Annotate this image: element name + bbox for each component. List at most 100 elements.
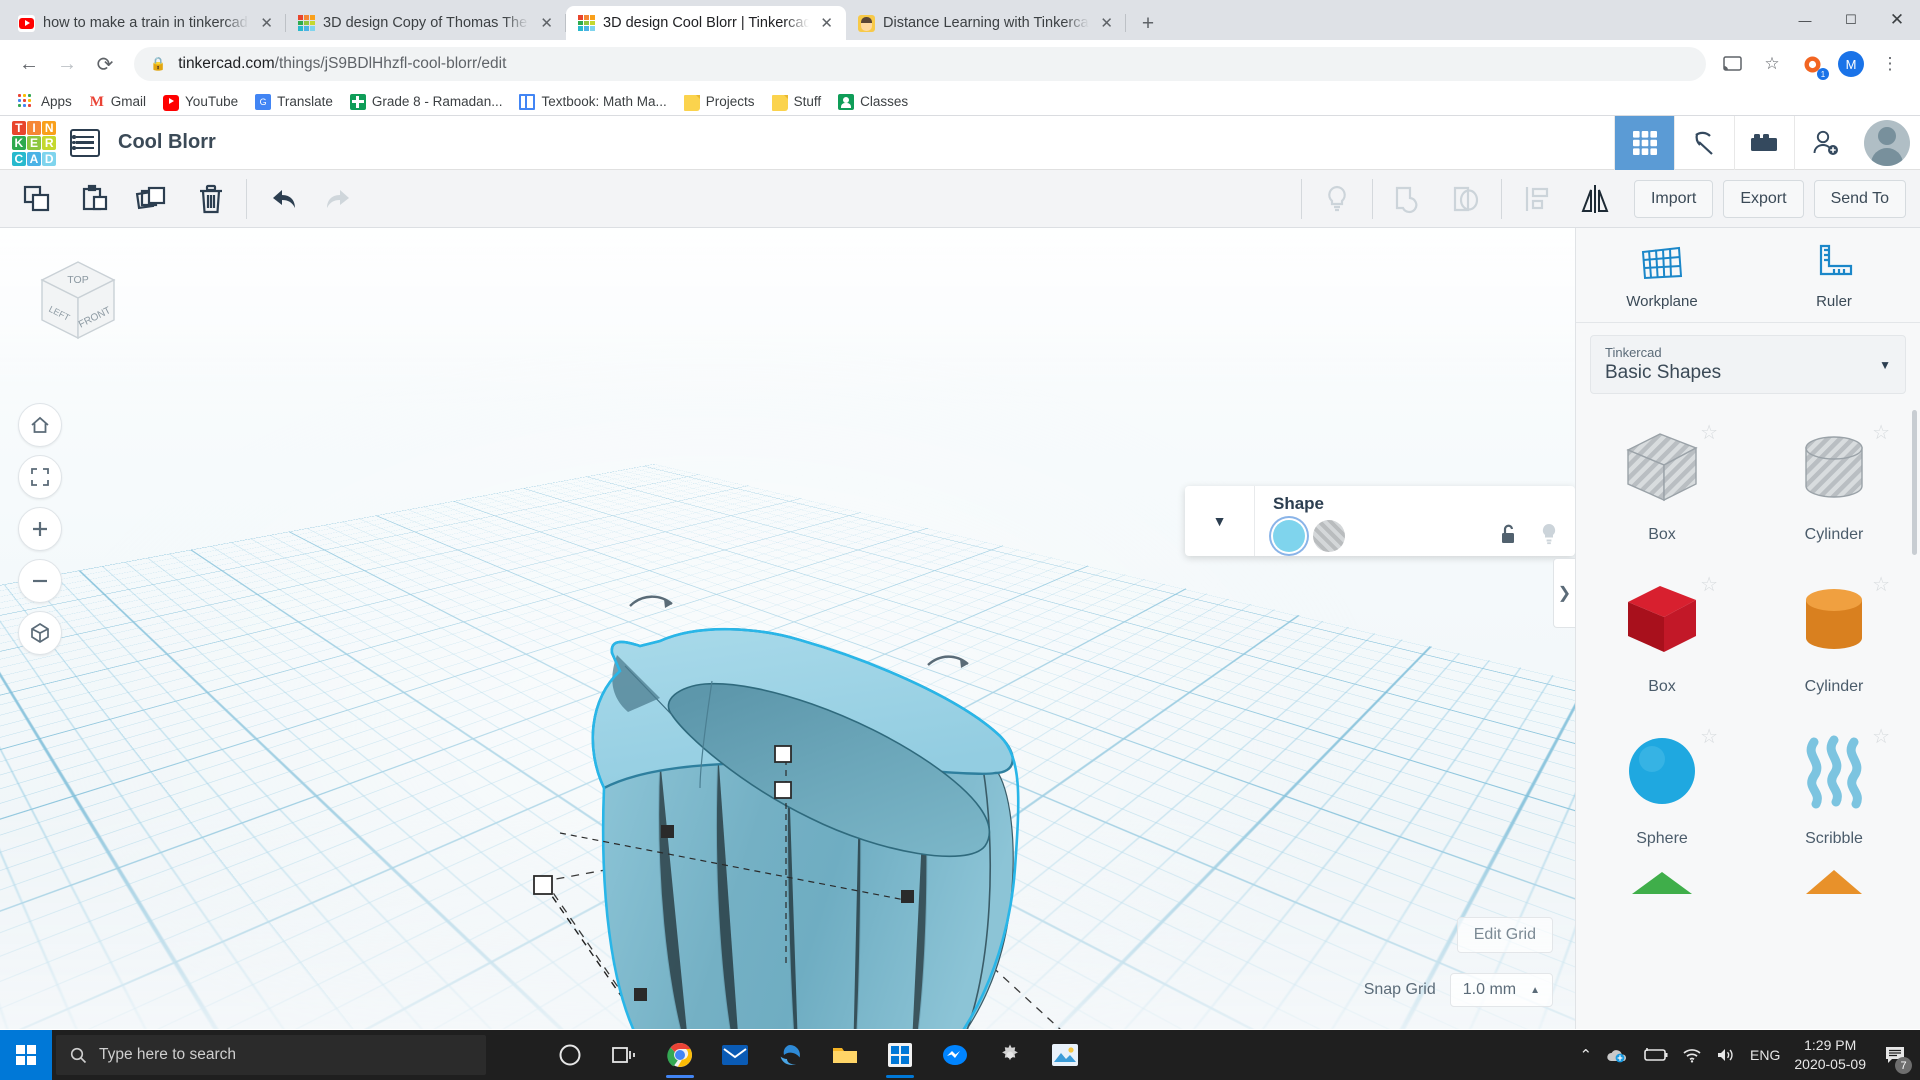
unlock-icon[interactable] [1499, 523, 1519, 545]
group-icon[interactable] [1379, 170, 1437, 228]
shape-item-cylinder-hole[interactable]: ☆ Cylinder [1748, 410, 1920, 558]
lego-brick-icon[interactable] [1734, 115, 1794, 170]
maximize-button[interactable]: ☐ [1828, 0, 1874, 40]
close-window-button[interactable]: ✕ [1874, 0, 1920, 40]
ungroup-icon[interactable] [1437, 170, 1495, 228]
bookmark-textbook[interactable]: Textbook: Math Ma... [512, 91, 673, 113]
browser-tab-2[interactable]: 3D design Cool Blorr | Tinkercad ✕ [566, 6, 846, 40]
language-indicator[interactable]: ENG [1750, 1047, 1780, 1063]
minimize-button[interactable]: — [1782, 0, 1828, 40]
zoom-out-icon[interactable] [18, 559, 62, 603]
tinkercad-logo[interactable]: T I N K E R C A D [12, 120, 56, 166]
send-to-button[interactable]: Send To [1813, 179, 1906, 218]
pickaxe-icon[interactable] [1674, 115, 1734, 170]
solid-swatch[interactable] [1273, 520, 1305, 552]
sidebar-item-ruler[interactable]: Ruler [1748, 228, 1920, 322]
edge-icon[interactable] [764, 1030, 816, 1080]
tab-close-icon[interactable]: ✕ [537, 14, 556, 33]
wifi-icon[interactable] [1682, 1047, 1702, 1063]
tab-close-icon[interactable]: ✕ [817, 14, 836, 33]
bookmark-apps[interactable]: Apps [10, 90, 79, 114]
copy-icon[interactable] [8, 170, 66, 228]
project-list-icon[interactable] [70, 128, 100, 157]
add-person-icon[interactable] [1794, 115, 1854, 170]
import-button[interactable]: Import [1633, 179, 1714, 218]
forward-icon[interactable]: → [50, 47, 84, 81]
profile-avatar[interactable]: M [1838, 51, 1864, 77]
back-icon[interactable]: ← [12, 47, 46, 81]
reload-icon[interactable]: ⟳ [88, 47, 122, 81]
chrome-icon[interactable] [654, 1030, 706, 1080]
settings-icon[interactable] [984, 1030, 1036, 1080]
library-flyout-toggle[interactable]: ❯ [1553, 558, 1575, 628]
tray-expand-icon[interactable]: ⌃ [1579, 1046, 1592, 1064]
shape-library-select[interactable]: Tinkercad Basic Shapes ▼ [1590, 335, 1906, 394]
shape-item-roof[interactable] [1576, 866, 1748, 896]
3d-canvas[interactable]: TOP LEFT FRONT ▼ Shape ❯ Edit Grid Snap … [0, 228, 1575, 1029]
extension-icon[interactable]: 1 [1798, 50, 1829, 80]
browser-tab-1[interactable]: 3D design Copy of Thomas The T ✕ [286, 6, 566, 40]
browser-tab-3[interactable]: Distance Learning with Tinkercad ✕ [846, 6, 1126, 40]
shape-item-cylinder[interactable]: ☆ Cylinder [1748, 562, 1920, 710]
task-view-icon[interactable] [599, 1030, 651, 1080]
shape-item-box-hole[interactable]: ☆ Box [1576, 410, 1748, 558]
delete-icon[interactable] [182, 170, 240, 228]
shape-item-cone[interactable] [1748, 866, 1920, 896]
file-explorer-icon[interactable] [819, 1030, 871, 1080]
bookmark-stuff[interactable]: Stuff [765, 90, 829, 114]
onedrive-icon[interactable] [1606, 1047, 1628, 1063]
snap-grid-select[interactable]: 1.0 mm ▲ [1449, 973, 1553, 1007]
redo-icon[interactable] [311, 170, 369, 228]
cast-icon[interactable] [1718, 50, 1746, 78]
paste-icon[interactable] [66, 170, 124, 228]
export-button[interactable]: Export [1723, 179, 1804, 218]
messenger-icon[interactable] [929, 1030, 981, 1080]
ortho-perspective-icon[interactable] [18, 611, 62, 655]
sidebar-item-workplane[interactable]: Workplane [1576, 228, 1748, 322]
align-icon[interactable] [1508, 170, 1566, 228]
mirror-icon[interactable] [1566, 170, 1624, 228]
avatar[interactable] [1854, 116, 1920, 170]
search-icon [70, 1047, 87, 1064]
shape-panel-collapse-icon[interactable]: ▼ [1185, 486, 1255, 556]
mail-icon[interactable] [709, 1030, 761, 1080]
hole-swatch[interactable] [1313, 520, 1345, 552]
photos-icon[interactable] [1039, 1030, 1091, 1080]
shape-item-sphere[interactable]: ☆ Sphere [1576, 714, 1748, 862]
new-tab-button[interactable]: + [1134, 9, 1162, 37]
bookmark-grade8[interactable]: Grade 8 - Ramadan... [343, 91, 510, 113]
search-input[interactable]: Type here to search [56, 1035, 486, 1075]
address-bar[interactable]: 🔒 tinkercad.com/things/jS9BDlHhzfl-cool-… [134, 47, 1706, 81]
blocks-grid-icon[interactable] [1614, 115, 1674, 170]
notifications-button[interactable]: 7 [1880, 1030, 1912, 1080]
start-button[interactable] [0, 1030, 52, 1080]
undo-icon[interactable] [253, 170, 311, 228]
clock[interactable]: 1:29 PM 2020-05-09 [1794, 1036, 1866, 1074]
bookmark-translate[interactable]: G Translate [248, 91, 340, 113]
microsoft-store-icon[interactable] [874, 1030, 926, 1080]
bookmark-classes[interactable]: Classes [831, 91, 915, 113]
fit-view-icon[interactable] [18, 455, 62, 499]
bookmark-gmail[interactable]: M Gmail [82, 91, 153, 113]
tab-close-icon[interactable]: ✕ [257, 14, 276, 33]
lightbulb-icon[interactable] [1539, 522, 1559, 546]
battery-icon[interactable] [1642, 1048, 1668, 1062]
bookmark-youtube[interactable]: YouTube [156, 90, 245, 114]
tab-close-icon[interactable]: ✕ [1097, 14, 1116, 33]
browser-tab-0[interactable]: how to make a train in tinkercad ✕ [6, 6, 286, 40]
bookmark-projects[interactable]: Projects [677, 90, 762, 114]
cortana-icon[interactable] [544, 1030, 596, 1080]
shape-item-scribble[interactable]: ☆ Scribble [1748, 714, 1920, 862]
edit-grid-button[interactable]: Edit Grid [1456, 917, 1553, 953]
shape-library-grid[interactable]: ☆ Box ☆ Cylinder ☆ Box ☆ Cylinder ☆ Sphe… [1576, 404, 1920, 1029]
browser-menu-icon[interactable]: ⋮ [1876, 50, 1904, 78]
shape-item-box[interactable]: ☆ Box [1576, 562, 1748, 710]
duplicate-icon[interactable] [124, 170, 182, 228]
view-cube[interactable]: TOP LEFT FRONT [18, 250, 138, 355]
volume-icon[interactable] [1716, 1047, 1736, 1063]
selected-3d-object[interactable] [0, 228, 1575, 1029]
lightbulb-icon[interactable] [1308, 170, 1366, 228]
home-view-icon[interactable] [18, 403, 62, 447]
zoom-in-icon[interactable] [18, 507, 62, 551]
bookmark-star-icon[interactable]: ☆ [1758, 50, 1786, 78]
